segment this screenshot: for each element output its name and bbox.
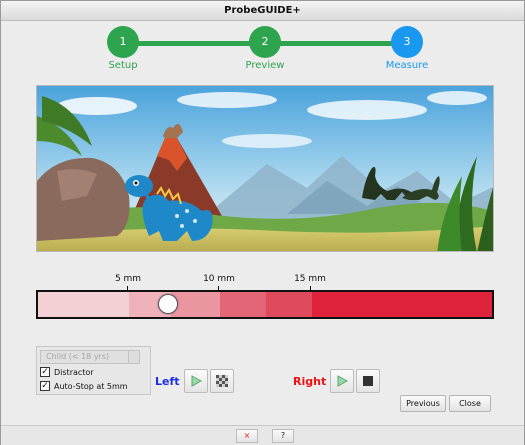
settings-panel: Child (< 18 yrs) ✓ Distractor ✓ Auto-Sto…: [36, 346, 151, 395]
step-indicator: 1 Setup 2 Preview 3 Measure: [1, 23, 524, 75]
auto-stop-checkbox[interactable]: ✓: [40, 381, 50, 391]
ruler-tick-15mm: 15 mm: [294, 274, 326, 284]
depth-segment: [38, 292, 129, 317]
distractor-row: ✓ Distractor: [40, 366, 94, 378]
right-stop-button[interactable]: [356, 369, 380, 393]
checkerboard-icon: [216, 375, 228, 387]
help-icon[interactable]: ?: [272, 429, 294, 443]
step-measure-circle[interactable]: 3: [391, 26, 423, 58]
dinosaur-landscape-illustration: [36, 85, 494, 252]
auto-stop-label: Auto-Stop at 5mm: [54, 381, 128, 391]
play-icon: [337, 375, 349, 387]
ruler-tick-10mm: 10 mm: [203, 274, 235, 284]
depth-segment: [220, 292, 266, 317]
distractor-checkbox[interactable]: ✓: [40, 367, 50, 377]
depth-slider-handle[interactable]: [158, 294, 178, 314]
step-measure-label: Measure: [385, 60, 429, 71]
age-group-dropdown-button[interactable]: [128, 350, 140, 364]
auto-stop-row: ✓ Auto-Stop at 5mm: [40, 380, 128, 392]
distractor-label: Distractor: [54, 367, 94, 377]
probeguide-window: ProbeGUIDE+ 1 Setup 2 Preview 3 Measure: [0, 0, 525, 445]
age-group-select[interactable]: Child (< 18 yrs): [40, 350, 130, 364]
ruler-tick-5mm: 5 mm: [114, 274, 142, 284]
close-button[interactable]: Close: [449, 395, 491, 412]
depth-bar[interactable]: [36, 290, 494, 319]
scene-artwork: [37, 86, 493, 251]
previous-button[interactable]: Previous: [400, 395, 446, 412]
depth-segment: [171, 292, 220, 317]
window-title: ProbeGUIDE+: [1, 1, 524, 21]
step-setup-circle[interactable]: 1: [107, 26, 139, 58]
left-play-button[interactable]: [184, 369, 208, 393]
step-setup-label: Setup: [108, 60, 138, 71]
right-play-button[interactable]: [330, 369, 354, 393]
step-connector: [123, 41, 265, 46]
step-connector: [265, 41, 407, 46]
step-preview-label: Preview: [245, 60, 285, 71]
play-icon: [191, 375, 203, 387]
close-icon[interactable]: ×: [236, 429, 258, 443]
left-pattern-button[interactable]: [210, 369, 234, 393]
left-label: Left: [155, 375, 180, 388]
depth-segment: [312, 292, 492, 317]
step-preview-circle[interactable]: 2: [249, 26, 281, 58]
status-bar: × ?: [1, 425, 524, 445]
right-label: Right: [293, 375, 327, 388]
depth-segment: [266, 292, 312, 317]
stop-icon: [363, 376, 373, 386]
